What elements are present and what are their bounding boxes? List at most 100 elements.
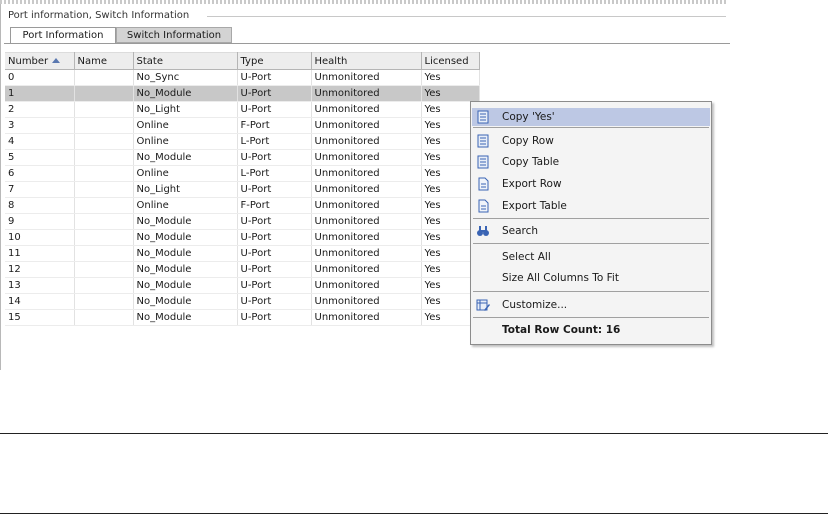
cell-name[interactable] xyxy=(74,165,134,182)
cell-type[interactable]: L-Port xyxy=(237,165,312,182)
table-row[interactable]: 1 No_Module U-Port Unmonitored Yes xyxy=(5,85,480,102)
table-row[interactable]: 6 Online L-Port Unmonitored Yes xyxy=(5,165,480,182)
cell-number[interactable]: 7 xyxy=(5,181,75,198)
cell-name[interactable] xyxy=(74,101,134,118)
cell-state[interactable]: No_Module xyxy=(133,213,238,230)
cell-health[interactable]: Unmonitored xyxy=(311,277,422,294)
cell-name[interactable] xyxy=(74,133,134,150)
cell-state[interactable]: No_Module xyxy=(133,149,238,166)
cell-number[interactable]: 8 xyxy=(5,197,75,214)
column-header-licensed[interactable]: Licensed xyxy=(421,52,480,70)
table-row[interactable]: 10 No_Module U-Port Unmonitored Yes xyxy=(5,229,480,246)
cell-type[interactable]: U-Port xyxy=(237,309,312,326)
cell-number[interactable]: 5 xyxy=(5,149,75,166)
cell-number[interactable]: 0 xyxy=(5,69,75,86)
table-row[interactable]: 2 No_Light U-Port Unmonitored Yes xyxy=(5,101,480,118)
cell-state[interactable]: No_Module xyxy=(133,309,238,326)
cell-name[interactable] xyxy=(74,277,134,294)
cell-number[interactable]: 13 xyxy=(5,277,75,294)
table-row[interactable]: 0 No_Sync U-Port Unmonitored Yes xyxy=(5,69,480,86)
cell-number[interactable]: 15 xyxy=(5,309,75,326)
menu-item-export-table[interactable]: Export Table xyxy=(472,197,710,215)
tab-port-information[interactable]: Port Information xyxy=(10,27,116,43)
cell-name[interactable] xyxy=(74,213,134,230)
cell-type[interactable]: U-Port xyxy=(237,85,312,102)
cell-name[interactable] xyxy=(74,117,134,134)
table-row[interactable]: 12 No_Module U-Port Unmonitored Yes xyxy=(5,261,480,278)
cell-health[interactable]: Unmonitored xyxy=(311,293,422,310)
cell-health[interactable]: Unmonitored xyxy=(311,181,422,198)
cell-name[interactable] xyxy=(74,181,134,198)
cell-name[interactable] xyxy=(74,261,134,278)
cell-state[interactable]: No_Module xyxy=(133,85,238,102)
table-row[interactable]: 14 No_Module U-Port Unmonitored Yes xyxy=(5,293,480,310)
cell-number[interactable]: 3 xyxy=(5,117,75,134)
cell-health[interactable]: Unmonitored xyxy=(311,133,422,150)
cell-name[interactable] xyxy=(74,309,134,326)
table-row[interactable]: 9 No_Module U-Port Unmonitored Yes xyxy=(5,213,480,230)
cell-health[interactable]: Unmonitored xyxy=(311,309,422,326)
menu-item-search[interactable]: Search xyxy=(472,222,710,240)
cell-state[interactable]: No_Module xyxy=(133,245,238,262)
cell-licensed[interactable]: Yes xyxy=(421,85,480,102)
cell-health[interactable]: Unmonitored xyxy=(311,149,422,166)
cell-type[interactable]: U-Port xyxy=(237,293,312,310)
table-row[interactable]: 15 No_Module U-Port Unmonitored Yes xyxy=(5,309,480,326)
cell-state[interactable]: No_Light xyxy=(133,181,238,198)
cell-health[interactable]: Unmonitored xyxy=(311,197,422,214)
cell-type[interactable]: U-Port xyxy=(237,181,312,198)
cell-type[interactable]: L-Port xyxy=(237,133,312,150)
column-header-number[interactable]: Number xyxy=(5,52,75,70)
menu-item-export-row[interactable]: Export Row xyxy=(472,175,710,193)
cell-state[interactable]: No_Module xyxy=(133,293,238,310)
menu-item-copy-table[interactable]: Copy Table xyxy=(472,153,710,171)
cell-type[interactable]: U-Port xyxy=(237,277,312,294)
cell-number[interactable]: 12 xyxy=(5,261,75,278)
menu-item-size-columns[interactable]: Size All Columns To Fit xyxy=(472,269,710,287)
menu-item-copy-row[interactable]: Copy Row xyxy=(472,132,710,150)
table-row[interactable]: 4 Online L-Port Unmonitored Yes xyxy=(5,133,480,150)
cell-state[interactable]: No_Sync xyxy=(133,69,238,86)
cell-health[interactable]: Unmonitored xyxy=(311,85,422,102)
cell-number[interactable]: 2 xyxy=(5,101,75,118)
cell-number[interactable]: 10 xyxy=(5,229,75,246)
cell-number[interactable]: 11 xyxy=(5,245,75,262)
cell-name[interactable] xyxy=(74,197,134,214)
cell-licensed[interactable]: Yes xyxy=(421,69,480,86)
cell-number[interactable]: 6 xyxy=(5,165,75,182)
column-header-health[interactable]: Health xyxy=(311,52,422,70)
menu-item-customize[interactable]: Customize... xyxy=(472,296,710,314)
table-row[interactable]: 13 No_Module U-Port Unmonitored Yes xyxy=(5,277,480,294)
cell-name[interactable] xyxy=(74,229,134,246)
cell-type[interactable]: U-Port xyxy=(237,229,312,246)
cell-health[interactable]: Unmonitored xyxy=(311,229,422,246)
cell-state[interactable]: No_Light xyxy=(133,101,238,118)
table-row[interactable]: 7 No_Light U-Port Unmonitored Yes xyxy=(5,181,480,198)
cell-name[interactable] xyxy=(74,69,134,86)
cell-number[interactable]: 14 xyxy=(5,293,75,310)
column-header-type[interactable]: Type xyxy=(237,52,312,70)
column-header-name[interactable]: Name xyxy=(74,52,134,70)
cell-type[interactable]: U-Port xyxy=(237,213,312,230)
table-row[interactable]: 3 Online F-Port Unmonitored Yes xyxy=(5,117,480,134)
cell-health[interactable]: Unmonitored xyxy=(311,261,422,278)
table-row[interactable]: 5 No_Module U-Port Unmonitored Yes xyxy=(5,149,480,166)
table-row[interactable]: 11 No_Module U-Port Unmonitored Yes xyxy=(5,245,480,262)
cell-health[interactable]: Unmonitored xyxy=(311,165,422,182)
cell-state[interactable]: No_Module xyxy=(133,277,238,294)
cell-type[interactable]: U-Port xyxy=(237,101,312,118)
cell-type[interactable]: U-Port xyxy=(237,261,312,278)
cell-number[interactable]: 9 xyxy=(5,213,75,230)
cell-number[interactable]: 1 xyxy=(5,85,75,102)
tab-switch-information[interactable]: Switch Information xyxy=(116,27,232,43)
cell-state[interactable]: No_Module xyxy=(133,229,238,246)
cell-state[interactable]: Online xyxy=(133,165,238,182)
cell-health[interactable]: Unmonitored xyxy=(311,117,422,134)
cell-number[interactable]: 4 xyxy=(5,133,75,150)
cell-state[interactable]: No_Module xyxy=(133,261,238,278)
cell-type[interactable]: F-Port xyxy=(237,117,312,134)
cell-name[interactable] xyxy=(74,293,134,310)
menu-item-copy-value[interactable]: Copy 'Yes' xyxy=(472,108,710,126)
cell-name[interactable] xyxy=(74,85,134,102)
cell-state[interactable]: Online xyxy=(133,117,238,134)
